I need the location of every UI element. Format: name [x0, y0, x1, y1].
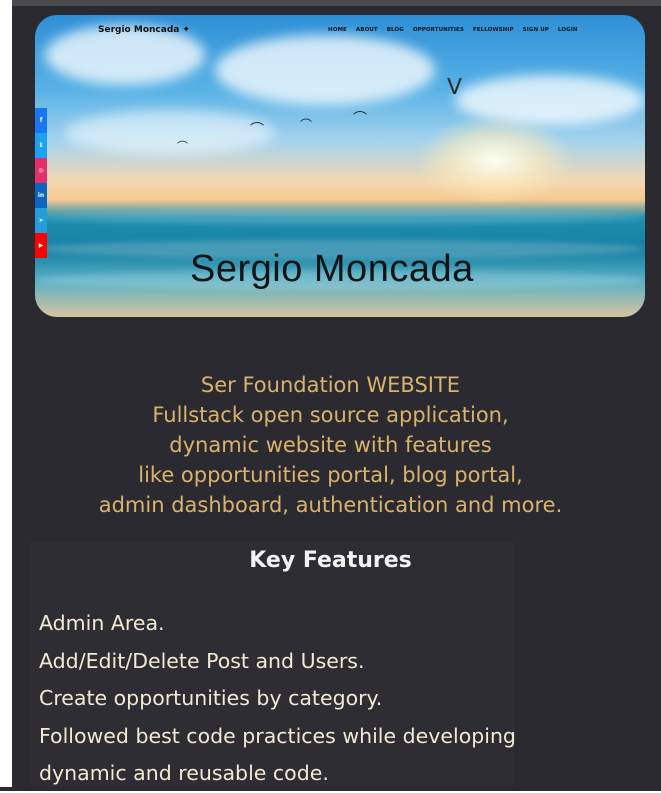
feature-item: Followed best code practices while devel…	[39, 723, 516, 748]
intro-line: admin dashboard, authentication and more…	[98, 493, 563, 517]
nav-opportunities[interactable]: OPPORTUNITIES	[413, 27, 464, 33]
cloud-decoration	[215, 35, 435, 105]
feature-item: Create opportunities by category.	[39, 686, 383, 710]
bird-icon: ᐯ	[447, 75, 463, 100]
intro-line: Fullstack open source application,	[152, 403, 509, 427]
top-navbar: Sergio Moncada ✦ HOME ABOUT BLOG OPPORTUN…	[35, 23, 645, 41]
bottom-edge	[0, 787, 661, 791]
nav-blog[interactable]: BLOG	[387, 27, 404, 33]
telegram-icon[interactable]: ➤	[35, 208, 47, 233]
feature-item: Admin Area.	[39, 611, 165, 635]
intro-line: dynamic website with features	[169, 433, 492, 457]
facebook-icon[interactable]: f	[35, 108, 47, 133]
window-top-bar	[12, 0, 661, 6]
wave-foam	[35, 210, 645, 224]
intro-line: like opportunities portal, blog portal,	[138, 463, 523, 487]
intro-line: Ser Foundation WEBSITE	[200, 373, 461, 397]
nav-links: HOME ABOUT BLOG OPPORTUNITIES FELLOWSHIP…	[328, 27, 578, 33]
bird-icon: ⌒	[300, 118, 313, 132]
bird-icon: ⌒	[177, 140, 188, 153]
features-list: Admin Area. Add/Edit/Delete Post and Use…	[39, 605, 516, 793]
feature-item: Add/Edit/Delete Post and Users.	[39, 648, 365, 673]
linkedin-icon[interactable]: in	[35, 183, 47, 208]
twitter-icon[interactable]: t	[35, 133, 47, 158]
hero-banner: ᐯ ⌒ ⌒ ⌒ ⌒ Sergio Moncada ✦ HOME ABOUT BLO…	[35, 15, 645, 317]
twitter-bird-icon: ✦	[182, 25, 190, 35]
brand-logo[interactable]: Sergio Moncada ✦	[98, 25, 190, 35]
instagram-icon[interactable]: ◎	[35, 158, 47, 183]
features-heading: Key Features	[249, 548, 412, 573]
social-sidebar: f t ◎ in ➤ ▶	[35, 108, 47, 258]
sun-glow	[415, 115, 575, 205]
nav-sign-up[interactable]: SIGN UP	[523, 27, 549, 33]
intro-description: Ser Foundation WEBSITE Fullstack open so…	[0, 370, 661, 520]
bird-icon: ⌒	[250, 122, 264, 138]
nav-home[interactable]: HOME	[328, 27, 347, 33]
nav-about[interactable]: ABOUT	[356, 27, 378, 33]
brand-name: Sergio Moncada	[98, 25, 180, 35]
youtube-icon[interactable]: ▶	[35, 233, 47, 258]
cloud-decoration	[65, 110, 275, 155]
nav-login[interactable]: LOGIN	[558, 27, 578, 33]
nav-fellowship[interactable]: FELLOWSHIP	[473, 27, 514, 33]
bird-icon: ⌒	[353, 111, 367, 127]
hero-title: Sergio Moncada	[190, 248, 474, 290]
